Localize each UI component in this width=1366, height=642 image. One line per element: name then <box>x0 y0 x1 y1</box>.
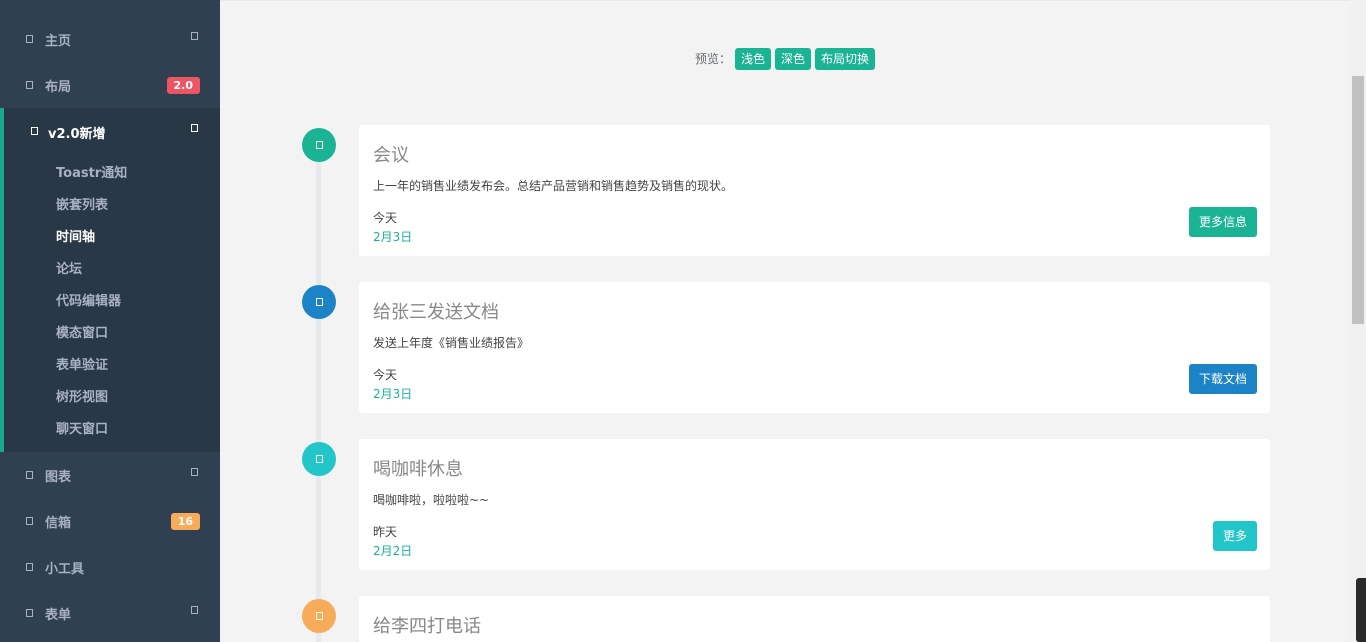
nav-item-label: 表单 <box>45 607 72 623</box>
timeline-title: 喝咖啡休息 <box>373 459 463 480</box>
nav-item-label: 主页 <box>45 33 72 49</box>
more-info-button[interactable]: 更多信息 <box>1188 207 1257 237</box>
nav-item-label: 信箱 <box>45 515 72 531</box>
sub-item-form-validation[interactable]: 表单验证 <box>56 354 108 373</box>
timeline-item: 会议 上一年的销售业绩发布会。总结产品营销和销售趋势及销售的现状。 今天 2月3… <box>359 125 1270 256</box>
sub-item-chat[interactable]: 聊天窗口 <box>56 418 108 437</box>
timeline-line <box>316 151 321 642</box>
download-doc-button[interactable]: 下载文档 <box>1188 364 1257 394</box>
timeline-desc: 发送上年度《销售业绩报告》 <box>373 336 530 350</box>
timeline-when: 今天 <box>373 368 398 382</box>
more-button[interactable]: 更多 <box>1212 521 1257 551</box>
timeline-item: 喝咖啡休息 喝咖啡啦，啦啦啦~~ 昨天 2月2日 更多 <box>359 439 1270 570</box>
chevron-icon <box>191 606 198 614</box>
scrollbar-thumb[interactable] <box>1352 76 1364 324</box>
sub-item-tree-view[interactable]: 树形视图 <box>56 386 108 405</box>
nav-item-forms[interactable]: 表单 <box>0 590 220 636</box>
timeline-item: 给李四打电话 <box>359 596 1270 642</box>
timeline-desc: 喝咖啡啦，啦啦啦~~ <box>373 493 490 507</box>
preview-bar: 预览： 浅色 深色 布局切换 <box>695 47 876 70</box>
phone-icon <box>302 599 336 633</box>
sidebar: 主页 布局 2.0 v2.0新增 Toastr通知 嵌套列表 时间轴 论坛 代码… <box>0 0 220 642</box>
sub-item-forum[interactable]: 论坛 <box>56 258 82 277</box>
nav-item-charts[interactable]: 图表 <box>0 452 220 498</box>
nav-item-label: 小工具 <box>45 561 85 577</box>
mail-count-badge: 16 <box>170 512 200 530</box>
sub-item-modal[interactable]: 模态窗口 <box>56 322 108 341</box>
layout-toggle-button[interactable]: 布局切换 <box>815 47 876 70</box>
timeline-date: 2月3日 <box>373 387 413 401</box>
chevron-icon <box>191 468 198 476</box>
nav-item-label: 图表 <box>45 469 72 485</box>
nav-item-home[interactable]: 主页 <box>0 16 220 62</box>
home-icon <box>26 35 33 43</box>
file-icon <box>302 285 336 319</box>
form-icon <box>26 609 33 617</box>
nav-item-mailbox[interactable]: 信箱 16 <box>0 498 220 544</box>
nav-item-label: 布局 <box>45 79 72 95</box>
timeline-title: 会议 <box>373 145 409 166</box>
magic-icon <box>31 127 38 135</box>
timeline-title: 给张三发送文档 <box>373 302 499 323</box>
nav-item-widgets[interactable]: 小工具 <box>0 544 220 590</box>
dark-theme-button[interactable]: 深色 <box>775 47 812 70</box>
sub-item-code-editor[interactable]: 代码编辑器 <box>56 290 121 309</box>
timeline-title: 给李四打电话 <box>373 616 481 637</box>
briefcase-icon <box>302 128 336 162</box>
side-widget[interactable] <box>1356 578 1366 642</box>
preview-label: 预览： <box>695 52 732 66</box>
main-content: 预览： 浅色 深色 布局切换 会议 上一年的销售业绩发布会。总结产品营销和销售趋… <box>220 0 1350 642</box>
chevron-icon <box>191 32 198 40</box>
timeline-when: 昨天 <box>373 525 398 539</box>
version-badge: 2.0 <box>166 76 200 94</box>
sub-item-nested-list[interactable]: 嵌套列表 <box>56 194 108 213</box>
envelope-icon <box>26 517 33 525</box>
nav-item-label: v2.0新增 <box>48 127 106 142</box>
timeline-desc: 上一年的销售业绩发布会。总结产品营销和销售趋势及销售的现状。 <box>373 179 734 193</box>
timeline-when: 今天 <box>373 211 398 225</box>
nav-item-layout[interactable]: 布局 2.0 <box>0 62 220 108</box>
chevron-icon <box>191 124 198 132</box>
sub-item-toastr[interactable]: Toastr通知 <box>56 162 127 181</box>
sub-item-timeline[interactable]: 时间轴 <box>56 226 95 245</box>
nav-group-v2: v2.0新增 Toastr通知 嵌套列表 时间轴 论坛 代码编辑器 模态窗口 表… <box>0 108 220 452</box>
widget-icon <box>26 563 33 571</box>
nav-item-v2-new[interactable]: v2.0新增 <box>4 108 220 154</box>
timeline-date: 2月2日 <box>373 544 413 558</box>
coffee-icon <box>302 442 336 476</box>
timeline-date: 2月3日 <box>373 230 413 244</box>
layout-icon <box>26 81 33 89</box>
chart-icon <box>26 471 33 479</box>
light-theme-button[interactable]: 浅色 <box>735 47 772 70</box>
timeline-item: 给张三发送文档 发送上年度《销售业绩报告》 今天 2月3日 下载文档 <box>359 282 1270 413</box>
